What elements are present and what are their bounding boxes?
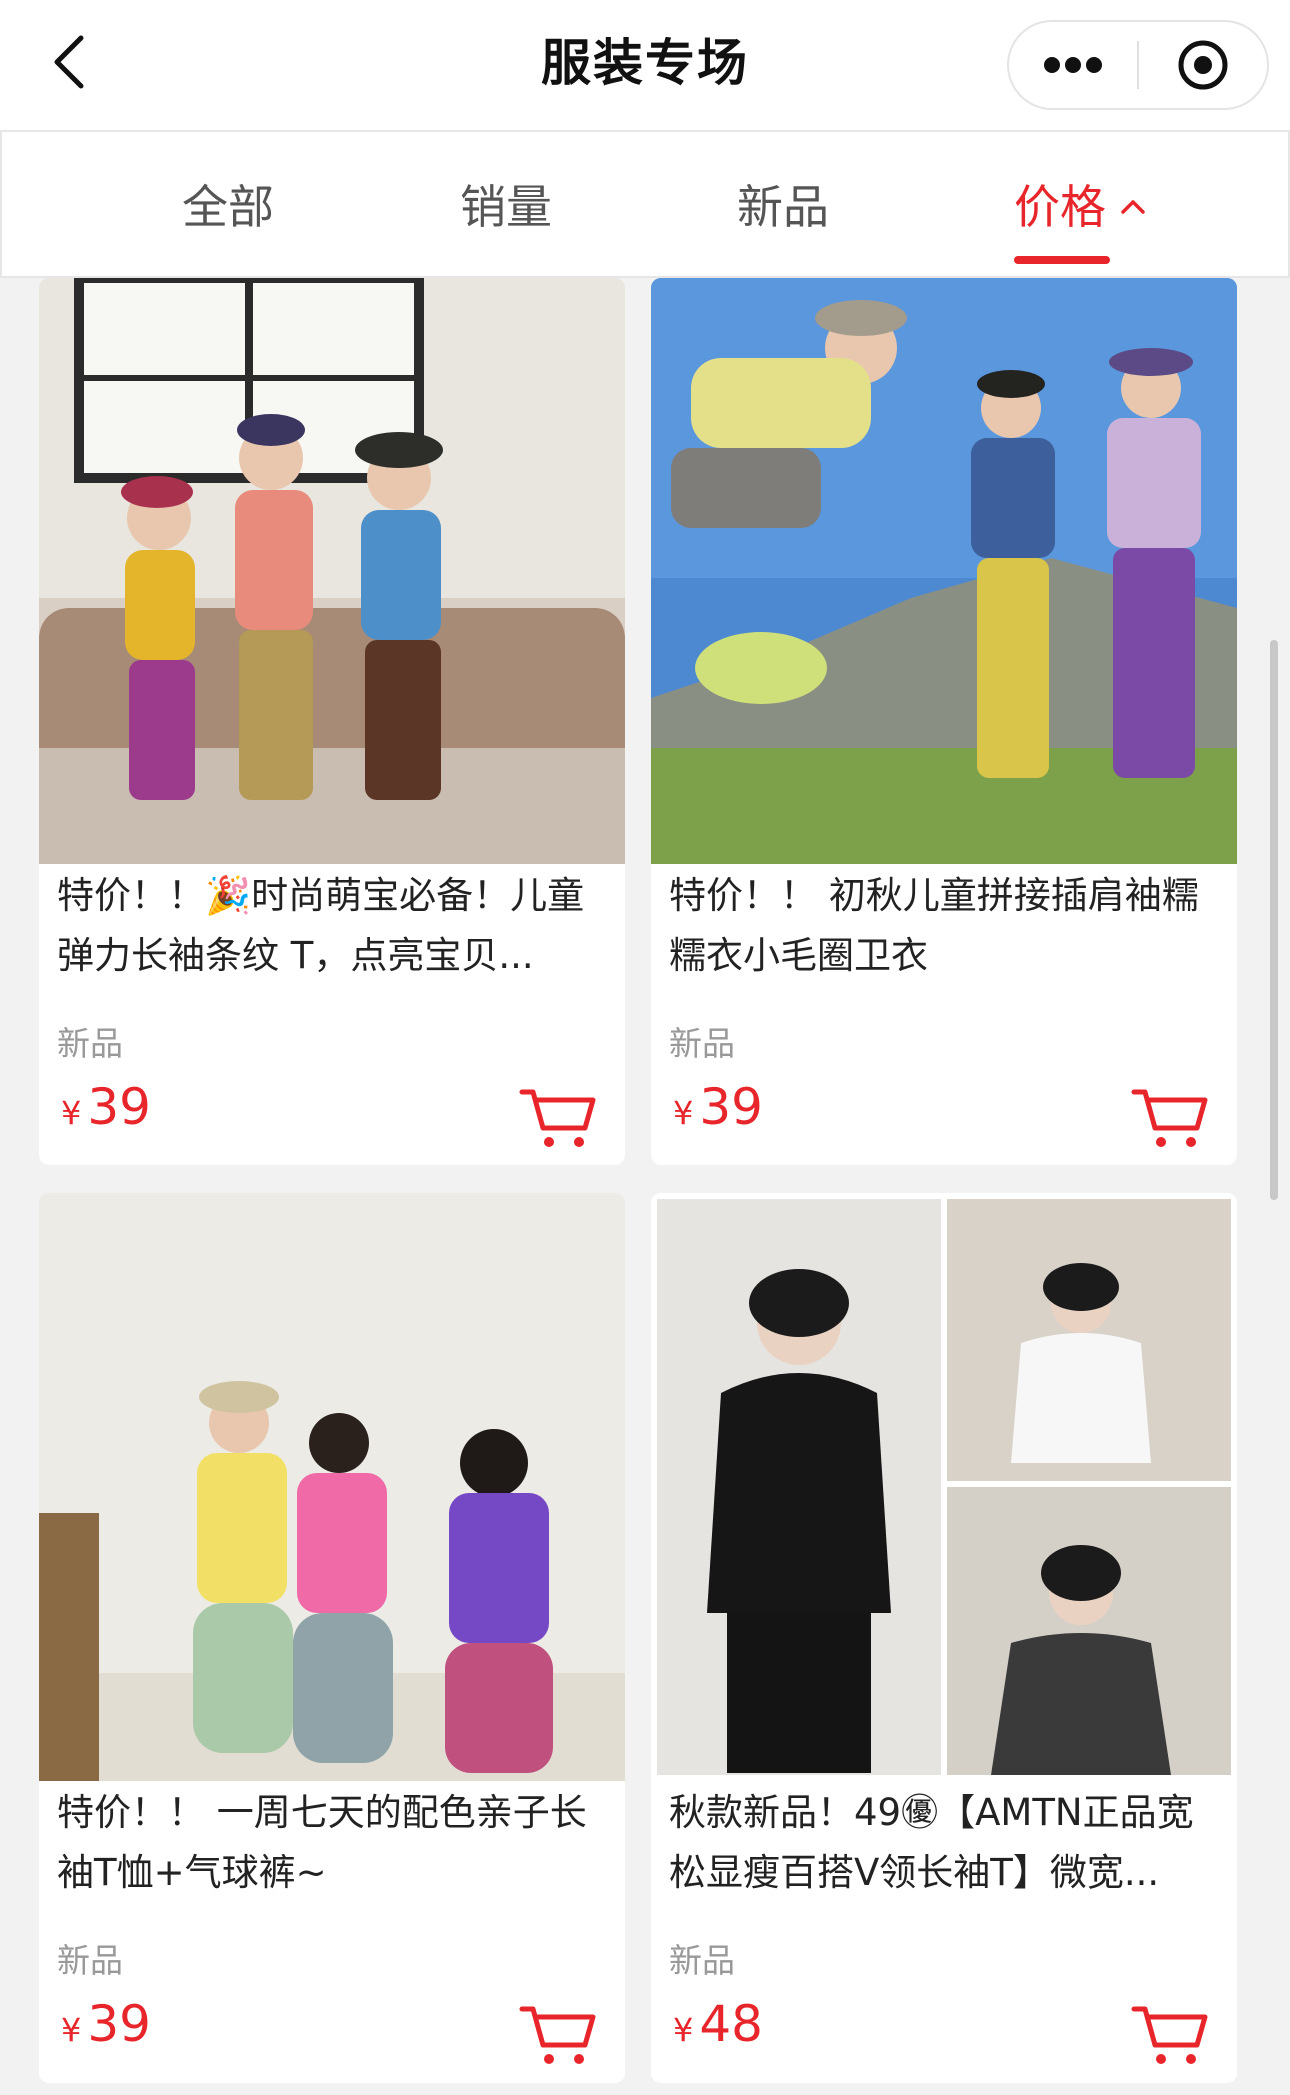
cart-icon [519,1089,596,1147]
product-tag: 新品 [669,1024,735,1063]
tab-sales[interactable]: 销量 [460,172,552,242]
product-card[interactable]: 特价！！ 初秋儿童拼接插肩袖糯糯衣小毛圈卫衣 新品 ¥ 39 [651,278,1237,1165]
tab-label: 价格 [1014,180,1106,234]
product-card[interactable]: 秋款新品！49㊝【AMTN正品宽松显瘦百搭V领长袖T】微宽... 新品 ¥ 48 [651,1193,1237,2083]
product-title[interactable]: 特价！！🎉时尚萌宝必备！儿童弹力长袖条纹 T，点亮宝贝... [57,866,605,986]
product-price: ¥ 48 [673,1995,763,2053]
currency-symbol: ¥ [673,2011,694,2049]
product-price: ¥ 39 [673,1078,763,1136]
price-value: 39 [87,1078,151,1136]
cart-icon [1131,1089,1208,1147]
scrollbar[interactable] [1270,640,1278,1200]
tab-label: 新品 [737,180,829,234]
currency-symbol: ¥ [61,2011,82,2049]
cart-icon [519,2006,596,2064]
more-dots-icon [1044,57,1102,73]
product-title[interactable]: 特价！！ 初秋儿童拼接插肩袖糯糯衣小毛圈卫衣 [669,866,1217,986]
cart-icon [1131,2006,1208,2064]
product-image[interactable] [39,278,625,864]
product-price: ¥ 39 [61,1995,151,2053]
product-title[interactable]: 特价！！ 一周七天的配色亲子长袖T恤+气球裤~ [57,1783,605,1903]
currency-symbol: ¥ [673,1094,694,1132]
price-value: 39 [87,1995,151,2053]
product-tag: 新品 [57,1941,123,1980]
tab-price[interactable]: 价格 [1014,172,1146,264]
product-card[interactable]: 特价！！🎉时尚萌宝必备！儿童弹力长袖条纹 T，点亮宝贝... 新品 ¥ 39 [39,278,625,1165]
mini-program-capsule [1007,20,1269,110]
sort-tab-bar: 全部 销量 新品 价格 [0,130,1290,278]
product-tag: 新品 [57,1024,123,1063]
currency-symbol: ¥ [61,1094,82,1132]
add-to-cart-button[interactable] [519,1084,597,1150]
chevron-up-icon [1120,199,1146,215]
product-title[interactable]: 秋款新品！49㊝【AMTN正品宽松显瘦百搭V领长袖T】微宽... [669,1783,1217,1903]
tab-label: 全部 [182,180,274,234]
add-to-cart-button[interactable] [1131,1084,1209,1150]
product-tag: 新品 [669,1941,735,1980]
tab-all[interactable]: 全部 [182,172,274,242]
add-to-cart-button[interactable] [519,2001,597,2067]
more-button[interactable] [1009,22,1137,108]
product-image[interactable] [651,1193,1237,1781]
product-card[interactable]: 特价！！ 一周七天的配色亲子长袖T恤+气球裤~ 新品 ¥ 39 [39,1193,625,2083]
tab-label: 销量 [460,180,552,234]
price-value: 39 [699,1078,763,1136]
tab-new[interactable]: 新品 [737,172,829,242]
navigation-bar: 服装专场 [0,0,1290,130]
product-image[interactable] [39,1193,625,1781]
target-circle-icon [1178,40,1228,90]
product-price: ¥ 39 [61,1078,151,1136]
close-mini-program-button[interactable] [1139,22,1267,108]
add-to-cart-button[interactable] [1131,2001,1209,2067]
product-image[interactable] [651,278,1237,864]
price-value: 48 [699,1995,763,2053]
active-tab-indicator [1014,256,1110,264]
